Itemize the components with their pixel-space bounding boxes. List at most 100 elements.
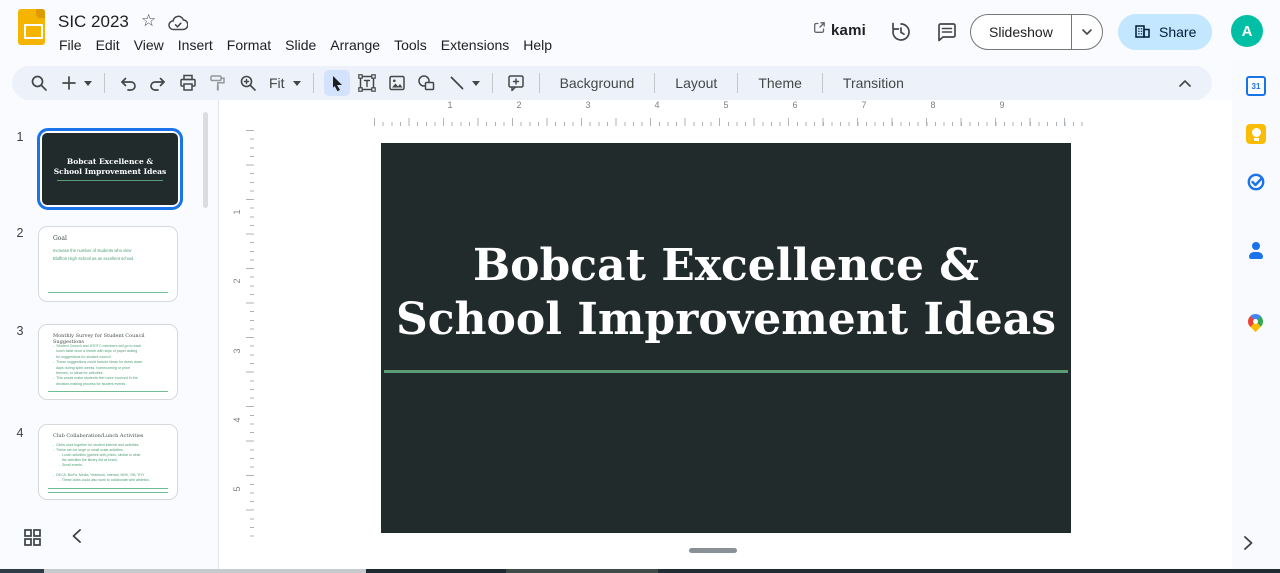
document-title[interactable]: SIC 2023: [58, 12, 129, 32]
paint-format-icon[interactable]: [205, 70, 231, 96]
keep-icon[interactable]: [1246, 124, 1266, 144]
new-slide-icon[interactable]: [56, 70, 82, 96]
menu-slide[interactable]: Slide: [278, 35, 323, 55]
insert-line-dropdown-icon[interactable]: [470, 81, 482, 86]
menu-bar: File Edit View Insert Format Slide Arran…: [52, 35, 559, 55]
slide-4-title: Club Collaboration/Lunch Activities: [53, 433, 144, 439]
insert-shape-icon[interactable]: [414, 70, 440, 96]
share-label: Share: [1159, 24, 1196, 40]
zoom-icon[interactable]: [235, 70, 261, 96]
menu-format[interactable]: Format: [220, 35, 278, 55]
theme-button[interactable]: Theme: [748, 71, 812, 95]
slide-3-accent-line: [48, 391, 168, 392]
slide-title-text: Bobcat Excellence & School Improvement I…: [381, 239, 1071, 346]
collapse-filmstrip-icon[interactable]: [72, 529, 81, 548]
slide-4-body: - Clubs work together for student intere…: [53, 443, 171, 484]
h-ruler-4: 4: [651, 100, 662, 110]
menu-view[interactable]: View: [127, 35, 171, 55]
hide-menus-icon[interactable]: [1172, 70, 1198, 96]
cloud-saved-icon[interactable]: [168, 15, 188, 36]
google-side-panel: 31: [1232, 62, 1280, 569]
print-icon[interactable]: [175, 70, 201, 96]
slide-canvas-area: 1 2 3 4 5 6 7 8 9 1 2 3 4 5 Bobcat Excel…: [218, 100, 1232, 569]
bottom-strip-segment: [0, 569, 44, 573]
expand-side-panel-icon[interactable]: [1244, 536, 1253, 555]
tasks-icon[interactable]: [1246, 172, 1266, 197]
kami-extension-button[interactable]: kami: [813, 21, 866, 39]
star-icon[interactable]: ☆: [141, 12, 156, 29]
undo-icon[interactable]: [115, 70, 141, 96]
v-ruler-5: 5: [232, 484, 242, 493]
version-history-icon[interactable]: [889, 20, 913, 49]
slide-title-line-1: Bobcat Excellence &: [381, 239, 1071, 293]
slide-3-body: - Student Council and JROTC members will…: [53, 344, 171, 387]
transition-button[interactable]: Transition: [833, 71, 914, 95]
slide-1-title: Bobcat Excellence & School Improvement I…: [54, 157, 167, 177]
menu-file[interactable]: File: [52, 35, 89, 55]
menu-help[interactable]: Help: [516, 35, 559, 55]
menu-edit[interactable]: Edit: [89, 35, 127, 55]
comments-icon[interactable]: [935, 20, 959, 49]
slide-1-number: 1: [12, 130, 28, 144]
slideshow-button[interactable]: Slideshow: [970, 14, 1103, 50]
h-ruler-6: 6: [789, 100, 800, 110]
menu-tools[interactable]: Tools: [387, 35, 434, 55]
slide-2-accent-line: [48, 292, 168, 293]
slideshow-label: Slideshow: [971, 24, 1071, 40]
external-link-icon: [813, 21, 826, 39]
insert-comment-icon[interactable]: [503, 70, 529, 96]
share-button[interactable]: Share: [1118, 14, 1212, 50]
menu-arrange[interactable]: Arrange: [323, 35, 387, 55]
speaker-notes-handle[interactable]: [689, 548, 737, 553]
slide-3-thumbnail[interactable]: Monthly Survey for Student Council Sugge…: [38, 324, 178, 400]
h-ruler-7: 7: [858, 100, 869, 110]
contacts-icon[interactable]: [1246, 241, 1266, 261]
slide-4-accent-line: [48, 492, 168, 493]
current-slide[interactable]: Bobcat Excellence & School Improvement I…: [381, 143, 1071, 533]
google-slides-app: SIC 2023 ☆ File Edit View Insert Format …: [0, 0, 1280, 573]
h-ruler-5: 5: [720, 100, 731, 110]
text-box-icon[interactable]: [354, 70, 380, 96]
insert-image-icon[interactable]: [384, 70, 410, 96]
zoom-fit-dropdown-icon[interactable]: [291, 81, 303, 86]
redo-icon[interactable]: [145, 70, 171, 96]
layout-button[interactable]: Layout: [665, 71, 727, 95]
maps-icon[interactable]: [1245, 311, 1266, 332]
h-ruler-9: 9: [996, 100, 1007, 110]
h-ruler-3: 3: [582, 100, 593, 110]
slide-1-thumbnail[interactable]: Bobcat Excellence & School Improvement I…: [37, 128, 183, 210]
slide-2-number: 2: [12, 226, 28, 240]
zoom-fit-select[interactable]: Fit: [265, 75, 291, 91]
slide-title-line-2: School Improvement Ideas: [381, 293, 1071, 347]
v-ruler-3: 3: [232, 346, 242, 355]
insert-line-icon[interactable]: [444, 70, 470, 96]
toolbar: Fit Background Layout Theme Transition: [12, 66, 1212, 100]
grid-view-icon[interactable]: [24, 529, 41, 551]
menu-insert[interactable]: Insert: [171, 35, 220, 55]
v-ruler-2: 2: [232, 276, 242, 285]
calendar-icon[interactable]: 31: [1246, 76, 1266, 96]
background-button[interactable]: Background: [550, 71, 645, 95]
select-tool-icon[interactable]: [324, 70, 350, 96]
slide-3-number: 3: [12, 324, 28, 338]
new-slide-dropdown-icon[interactable]: [82, 81, 94, 86]
search-menus-icon[interactable]: [26, 70, 52, 96]
slide-accent-line: [384, 370, 1068, 373]
v-ruler-4: 4: [232, 415, 242, 424]
slide-4-thumbnail[interactable]: Club Collaboration/Lunch Activities - Cl…: [38, 424, 178, 500]
menu-extensions[interactable]: Extensions: [434, 35, 516, 55]
domain-share-icon: [1134, 22, 1151, 42]
kami-label: kami: [831, 22, 866, 39]
horizontal-ruler: [374, 114, 1084, 126]
slide-1-preview: Bobcat Excellence & School Improvement I…: [42, 133, 178, 205]
account-avatar[interactable]: A: [1231, 15, 1263, 47]
v-ruler-1: 1: [232, 207, 242, 216]
bottom-strip-segment: [658, 569, 1280, 573]
bottom-strip-segment: [366, 569, 506, 573]
slideshow-dropdown[interactable]: [1072, 29, 1102, 35]
filmstrip-scrollbar[interactable]: [203, 112, 208, 208]
bottom-strip-segment: [44, 569, 366, 573]
h-ruler-8: 8: [927, 100, 938, 110]
slide-2-thumbnail[interactable]: Goal Increase the number of students who…: [38, 226, 178, 302]
google-slides-logo[interactable]: [18, 9, 45, 45]
